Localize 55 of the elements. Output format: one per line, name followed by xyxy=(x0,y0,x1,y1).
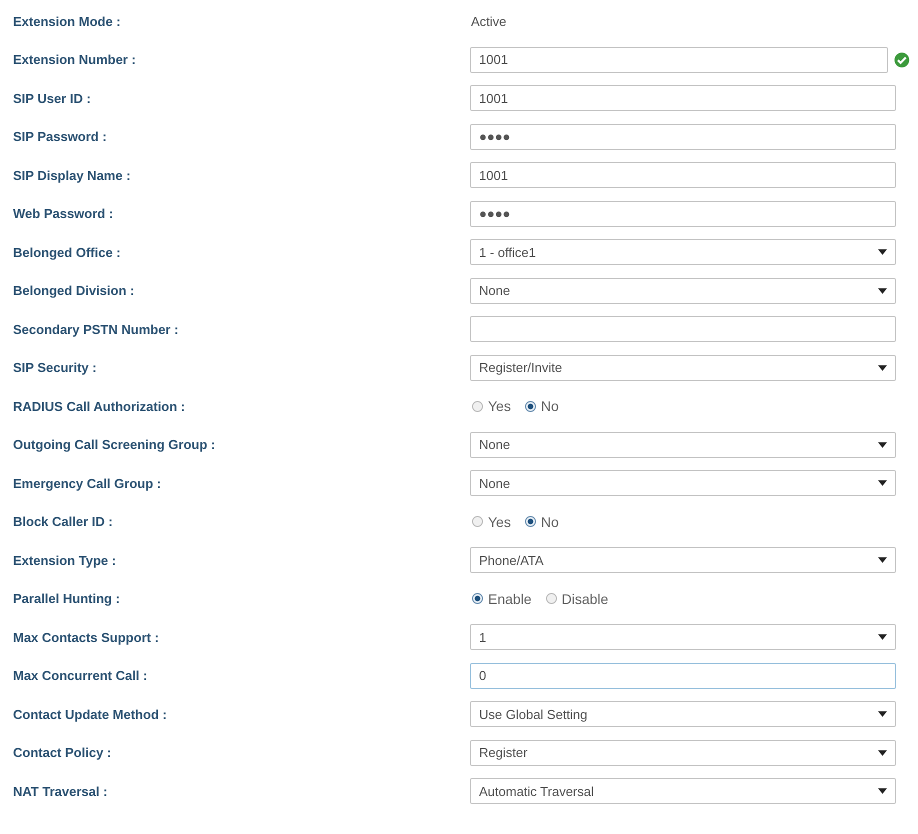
radio-option[interactable]: Disable xyxy=(546,590,608,607)
caret-icon xyxy=(878,557,887,564)
caret-icon xyxy=(878,288,887,294)
field-label: Outgoing Call Screening Group : xyxy=(13,437,216,452)
radio-option[interactable]: Yes xyxy=(472,398,511,414)
caret-icon xyxy=(878,711,887,718)
input-field[interactable]: 1001 xyxy=(470,46,888,73)
field-label: Extension Number : xyxy=(13,52,137,68)
field-label: Block Caller ID : xyxy=(13,514,114,530)
field-label: NAT Traversal : xyxy=(13,784,108,799)
caret-icon xyxy=(878,442,887,448)
field-label: SIP User ID : xyxy=(13,90,92,106)
input-field[interactable]: ●●●● xyxy=(470,200,896,227)
field-label: Max Concurrent Call : xyxy=(13,668,148,684)
field-label: Extension Type : xyxy=(13,552,118,568)
dropdown[interactable]: None xyxy=(470,432,896,458)
field-label: Max Contacts Support : xyxy=(13,630,160,645)
caret-icon xyxy=(878,249,887,256)
caret-icon xyxy=(878,364,887,371)
dropdown[interactable]: Register/Invite xyxy=(470,354,896,381)
dropdown[interactable]: Register xyxy=(470,740,896,766)
field-label: Parallel Hunting : xyxy=(13,591,121,606)
field-label: Contact Update Method : xyxy=(13,706,168,722)
field-label: Secondary PSTN Number : xyxy=(13,322,180,337)
radio-option[interactable]: Enable xyxy=(472,590,532,607)
dropdown[interactable]: None xyxy=(470,470,896,496)
field-label: Extension Mode : xyxy=(13,14,122,29)
field-label: SIP Security : xyxy=(13,360,98,376)
input-field[interactable] xyxy=(470,316,896,342)
field-label: Contact Policy : xyxy=(13,745,112,760)
field-label: RADIUS Call Authorization : xyxy=(13,398,186,414)
input-field[interactable]: ●●●● xyxy=(470,124,896,150)
dropdown[interactable]: 1 - office1 xyxy=(470,239,896,266)
field-label: Belonged Division : xyxy=(13,283,136,298)
input-field[interactable]: 1001 xyxy=(470,162,896,188)
dropdown[interactable]: Automatic Traversal xyxy=(470,778,896,804)
radio-option[interactable]: Yes xyxy=(472,514,511,530)
dropdown[interactable]: 1 xyxy=(470,624,896,650)
caret-icon xyxy=(878,788,887,794)
caret-icon xyxy=(878,750,887,756)
dropdown[interactable]: Phone/ATA xyxy=(470,547,896,574)
caret-icon xyxy=(878,480,887,486)
field-label: SIP Display Name : xyxy=(13,168,132,183)
input-field[interactable]: 0 xyxy=(470,662,896,689)
radio-option[interactable]: No xyxy=(524,514,559,530)
field-label: Emergency Call Group : xyxy=(13,476,162,491)
field-label: SIP Password : xyxy=(13,129,108,144)
dropdown[interactable]: Use Global Setting xyxy=(470,701,896,728)
field-label: Web Password : xyxy=(13,206,114,222)
field-label: Belonged Office : xyxy=(13,244,122,260)
caret-icon xyxy=(878,634,887,640)
radio-option[interactable]: No xyxy=(524,398,559,414)
input-field[interactable]: 1001 xyxy=(470,85,896,112)
field-value: Active xyxy=(470,14,506,29)
dropdown[interactable]: None xyxy=(470,278,896,304)
